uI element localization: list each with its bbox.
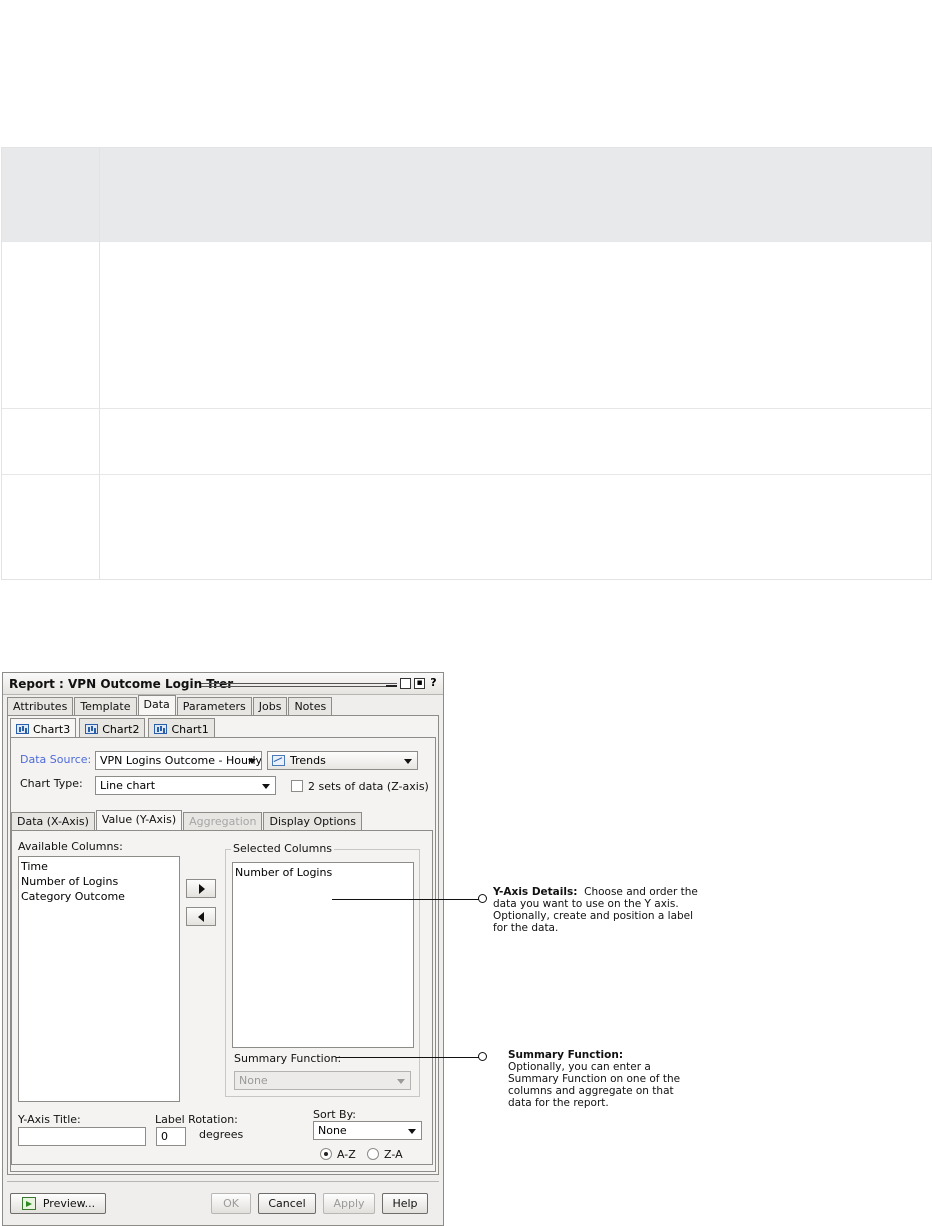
doc-table-row xyxy=(2,242,931,409)
doc-table-column-divider xyxy=(99,148,100,579)
data-source-value: VPN Logins Outcome - Hourly xyxy=(100,754,262,767)
help-button[interactable]: Help xyxy=(382,1193,428,1214)
chart-type-select[interactable]: Line chart xyxy=(95,776,276,795)
summary-callout-line xyxy=(336,1057,480,1058)
doc-table-header xyxy=(2,148,931,242)
trend-icon xyxy=(272,755,285,766)
chart-icon xyxy=(16,724,29,734)
y-axis-callout-heading: Y-Axis Details: xyxy=(493,886,578,898)
sort-by-label: Sort By: xyxy=(313,1108,357,1121)
cancel-button[interactable]: Cancel xyxy=(258,1193,316,1214)
selected-columns-label: Selected Columns xyxy=(231,842,335,855)
label-rotation-label: Label Rotation: xyxy=(155,1113,238,1126)
y-axis-callout: Y-Axis Details: Choose and order the dat… xyxy=(493,886,703,934)
ok-button: OK xyxy=(211,1193,251,1214)
y-axis-title-input[interactable] xyxy=(18,1127,146,1146)
chevron-down-icon xyxy=(404,759,412,764)
doc-table-row xyxy=(2,475,931,579)
zaxis-checkbox[interactable] xyxy=(291,780,303,792)
zaxis-label: 2 sets of data (Z-axis) xyxy=(308,780,429,793)
tab-parameters[interactable]: Parameters xyxy=(176,697,252,715)
list-item[interactable]: Time xyxy=(21,859,177,874)
sort-az-radio[interactable] xyxy=(320,1148,332,1160)
chart-icon xyxy=(85,724,99,734)
tab-data-x-axis[interactable]: Data (X-Axis) xyxy=(11,812,95,830)
tab-data[interactable]: Data xyxy=(137,695,176,715)
list-item[interactable]: Category Outcome xyxy=(21,889,177,904)
chart-type-label: Chart Type: xyxy=(20,777,83,790)
sort-by-select[interactable]: None xyxy=(313,1121,422,1140)
chevron-down-icon xyxy=(262,784,270,789)
chevron-down-icon xyxy=(408,1129,416,1134)
list-item[interactable]: Number of Logins xyxy=(21,874,177,889)
summary-function-value: None xyxy=(239,1074,268,1087)
tab-value-y-axis[interactable]: Value (Y-Axis) xyxy=(95,810,183,830)
degrees-label: degrees xyxy=(199,1128,244,1141)
selected-columns-list[interactable]: Number of Logins xyxy=(232,862,414,1048)
tab-chart2[interactable]: Chart2 xyxy=(79,718,146,737)
axis-tabs: Data (X-Axis) Value (Y-Axis) Aggregation… xyxy=(11,810,363,830)
apply-button: Apply xyxy=(323,1193,375,1214)
preview-button-label: Preview... xyxy=(42,1197,96,1210)
summary-callout-marker xyxy=(478,1052,487,1061)
summary-callout-heading: Summary Function: xyxy=(508,1049,624,1061)
arrow-left-icon xyxy=(198,912,204,922)
preview-icon xyxy=(22,1197,36,1210)
tab-notes[interactable]: Notes xyxy=(288,697,333,715)
maximize-icon[interactable]: ▪ xyxy=(414,678,425,689)
summary-callout: Summary Function: Optionally, you can en… xyxy=(508,1049,683,1109)
available-columns-list[interactable]: Time Number of Logins Category Outcome xyxy=(18,856,180,1102)
summary-callout-body: Optionally, you can enter a Summary Func… xyxy=(508,1061,681,1109)
y-axis-title-label: Y-Axis Title: xyxy=(18,1113,81,1126)
data-source-label: Data Source: xyxy=(20,753,92,766)
tab-jobs[interactable]: Jobs xyxy=(252,697,288,715)
main-tabs: Attributes Template Data Parameters Jobs… xyxy=(7,695,333,715)
tab-chart3-label: Chart3 xyxy=(33,722,71,736)
tab-aggregation: Aggregation xyxy=(183,812,263,830)
chart-type-value: Line chart xyxy=(100,779,156,792)
tab-chart3[interactable]: Chart3 xyxy=(10,718,77,737)
add-column-button[interactable] xyxy=(186,879,216,898)
dialog-title: Report : VPN Outcome Login Trer xyxy=(9,677,234,691)
list-item[interactable]: Number of Logins xyxy=(235,865,411,880)
tab-chart1[interactable]: Chart1 xyxy=(148,718,215,737)
arrow-right-icon xyxy=(199,884,205,894)
help-icon[interactable]: ? xyxy=(428,677,439,689)
y-axis-callout-marker xyxy=(478,894,487,903)
tab-display-options[interactable]: Display Options xyxy=(263,812,362,830)
remove-column-button[interactable] xyxy=(186,907,216,926)
tab-attributes[interactable]: Attributes xyxy=(7,697,74,715)
report-dialog: Report : VPN Outcome Login Trer ▪ ? Attr… xyxy=(2,672,444,1226)
title-grip xyxy=(201,683,397,687)
preview-button[interactable]: Preview... xyxy=(10,1193,106,1214)
sort-za-radio[interactable] xyxy=(367,1148,379,1160)
footer-separator xyxy=(7,1181,439,1182)
sort-za-label: Z-A xyxy=(384,1148,403,1161)
chart-tabs: Chart3 Chart2 Chart1 xyxy=(10,718,218,737)
chevron-down-icon xyxy=(397,1079,405,1084)
dialog-titlebar[interactable]: Report : VPN Outcome Login Trer ▪ ? xyxy=(3,673,443,695)
trends-value: Trends xyxy=(290,754,326,767)
y-axis-callout-line xyxy=(332,899,480,900)
tab-chart1-label: Chart1 xyxy=(171,722,209,736)
minimize-icon[interactable] xyxy=(386,678,397,687)
chart-icon xyxy=(154,724,168,734)
tab-chart2-label: Chart2 xyxy=(102,722,140,736)
chevron-down-icon xyxy=(248,759,256,764)
doc-table xyxy=(1,147,932,580)
summary-function-select: None xyxy=(234,1071,411,1090)
summary-function-label: Summary Function: xyxy=(234,1052,342,1065)
data-source-select[interactable]: VPN Logins Outcome - Hourly xyxy=(95,751,262,770)
available-columns-label: Available Columns: xyxy=(18,840,123,853)
sort-az-label: A-Z xyxy=(337,1148,356,1161)
restore-icon[interactable] xyxy=(400,678,411,689)
label-rotation-input[interactable]: 0 xyxy=(156,1127,186,1146)
trends-select[interactable]: Trends xyxy=(267,751,418,770)
tab-template[interactable]: Template xyxy=(74,697,137,715)
doc-table-row xyxy=(2,409,931,475)
sort-by-value: None xyxy=(318,1124,347,1137)
